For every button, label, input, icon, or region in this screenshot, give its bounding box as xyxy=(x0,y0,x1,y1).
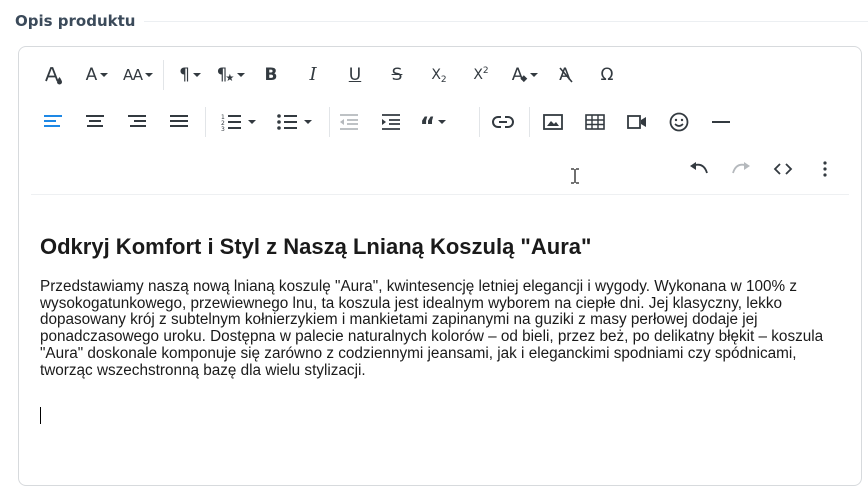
tag-icon: ◆ xyxy=(520,73,528,84)
align-left-button[interactable] xyxy=(39,107,67,137)
align-center-icon xyxy=(86,115,104,127)
chevron-down-icon xyxy=(304,120,312,124)
insert-image-button[interactable] xyxy=(539,107,567,137)
strikethrough-button[interactable]: S xyxy=(383,60,411,90)
toolbar-divider xyxy=(31,194,849,195)
toolbar-separator xyxy=(479,107,480,137)
chevron-down-icon xyxy=(530,73,539,77)
superscript-button[interactable]: X2 xyxy=(467,60,495,90)
font-family-icon: A xyxy=(85,64,98,85)
chevron-down-icon xyxy=(144,73,153,77)
horizontal-line-button[interactable] xyxy=(707,107,735,137)
align-left-icon xyxy=(44,115,62,127)
strikethrough-icon: S xyxy=(391,64,403,85)
paragraph-style-button[interactable]: ¶ ★ xyxy=(211,60,251,90)
redo-icon xyxy=(732,162,750,174)
chevron-down-icon xyxy=(237,73,246,77)
underline-icon: U xyxy=(348,64,362,85)
special-characters-button[interactable]: Ω xyxy=(593,60,621,90)
align-right-button[interactable] xyxy=(123,107,151,137)
insert-link-button[interactable] xyxy=(489,107,517,137)
indent-button[interactable] xyxy=(377,107,405,137)
ordered-list-button[interactable]: 1 2 3 xyxy=(215,107,261,137)
code-view-button[interactable] xyxy=(769,154,797,184)
align-right-icon xyxy=(128,115,146,127)
section-divider xyxy=(144,21,868,22)
align-justify-icon xyxy=(170,115,188,127)
underline-button[interactable]: U xyxy=(341,60,369,90)
emoji-icon xyxy=(669,112,689,132)
toolbar-separator xyxy=(205,107,206,137)
text-color-button[interactable] xyxy=(39,60,67,90)
subscript-button[interactable]: X2 xyxy=(425,60,453,90)
video-icon xyxy=(627,115,646,129)
insert-video-button[interactable] xyxy=(623,107,651,137)
chevron-down-icon xyxy=(100,73,109,77)
bold-icon: B xyxy=(264,64,278,85)
text-color-icon xyxy=(45,67,62,85)
emoticons-button[interactable] xyxy=(665,107,693,137)
toolbar-separator xyxy=(163,60,164,90)
italic-button[interactable]: I xyxy=(299,60,327,90)
paragraph-icon: ¶ xyxy=(179,64,190,85)
svg-text:3: 3 xyxy=(221,126,225,131)
outdent-button[interactable] xyxy=(335,107,363,137)
ordered-list-icon: 1 2 3 xyxy=(221,114,241,131)
undo-icon xyxy=(690,162,708,174)
section-title: Opis produktu xyxy=(15,12,136,30)
image-icon xyxy=(543,114,563,130)
quote-button[interactable]: “ xyxy=(415,107,451,140)
toolbar-separator xyxy=(529,107,530,137)
subscript-number: 2 xyxy=(440,74,447,85)
rich-text-editor: A AA ¶ ¶ ★ B I U S X2 X2 A ◆ Ω 1 2 3 “ O… xyxy=(18,46,862,486)
indent-icon xyxy=(382,114,400,130)
insert-table-button[interactable] xyxy=(581,107,609,137)
ibeam-cursor-icon xyxy=(571,168,579,184)
toolbar-separator xyxy=(329,107,330,137)
subscript-icon: X xyxy=(431,67,441,83)
unordered-list-button[interactable] xyxy=(271,107,317,137)
chevron-down-icon xyxy=(438,120,447,124)
slash-icon xyxy=(559,67,573,83)
align-justify-button[interactable] xyxy=(165,107,193,137)
font-family-button[interactable]: A xyxy=(81,60,113,90)
star-icon: ★ xyxy=(225,73,235,84)
editor-toolbar: A AA ¶ ¶ ★ B I U S X2 X2 A ◆ Ω 1 2 3 “ xyxy=(19,47,861,195)
horizontal-line-icon xyxy=(712,121,730,123)
align-center-button[interactable] xyxy=(81,107,109,137)
inline-style-button[interactable]: A ◆ xyxy=(507,60,543,90)
chevron-down-icon xyxy=(248,120,256,124)
bold-button[interactable]: B xyxy=(257,60,285,90)
more-options-button[interactable] xyxy=(811,154,839,184)
paragraph-format-button[interactable]: ¶ xyxy=(173,60,207,90)
omega-icon: Ω xyxy=(600,64,614,85)
chevron-down-icon xyxy=(192,73,201,77)
table-icon xyxy=(585,114,605,130)
content-paragraph: Przedstawiamy naszą nową lnianą koszulę … xyxy=(40,278,824,379)
font-size-icon: AA xyxy=(123,65,143,84)
unordered-list-icon xyxy=(277,114,297,130)
content-heading: Odkryj Komfort i Styl z Naszą Lnianą Kos… xyxy=(40,234,592,259)
clear-formatting-button[interactable]: A xyxy=(551,60,579,90)
undo-button[interactable] xyxy=(685,154,713,184)
link-icon xyxy=(492,116,514,128)
superscript-number: 2 xyxy=(482,65,489,76)
superscript-icon: X xyxy=(473,67,483,83)
quote-icon: “ xyxy=(419,112,436,140)
font-size-button[interactable]: AA xyxy=(119,60,157,90)
redo-button[interactable] xyxy=(727,154,755,184)
outdent-icon xyxy=(340,114,358,130)
text-caret xyxy=(40,407,41,424)
editor-content[interactable]: Odkryj Komfort i Styl z Naszą Lnianą Kos… xyxy=(40,233,840,379)
code-icon xyxy=(773,163,793,175)
more-vertical-icon xyxy=(823,161,827,177)
italic-icon: I xyxy=(309,64,317,85)
